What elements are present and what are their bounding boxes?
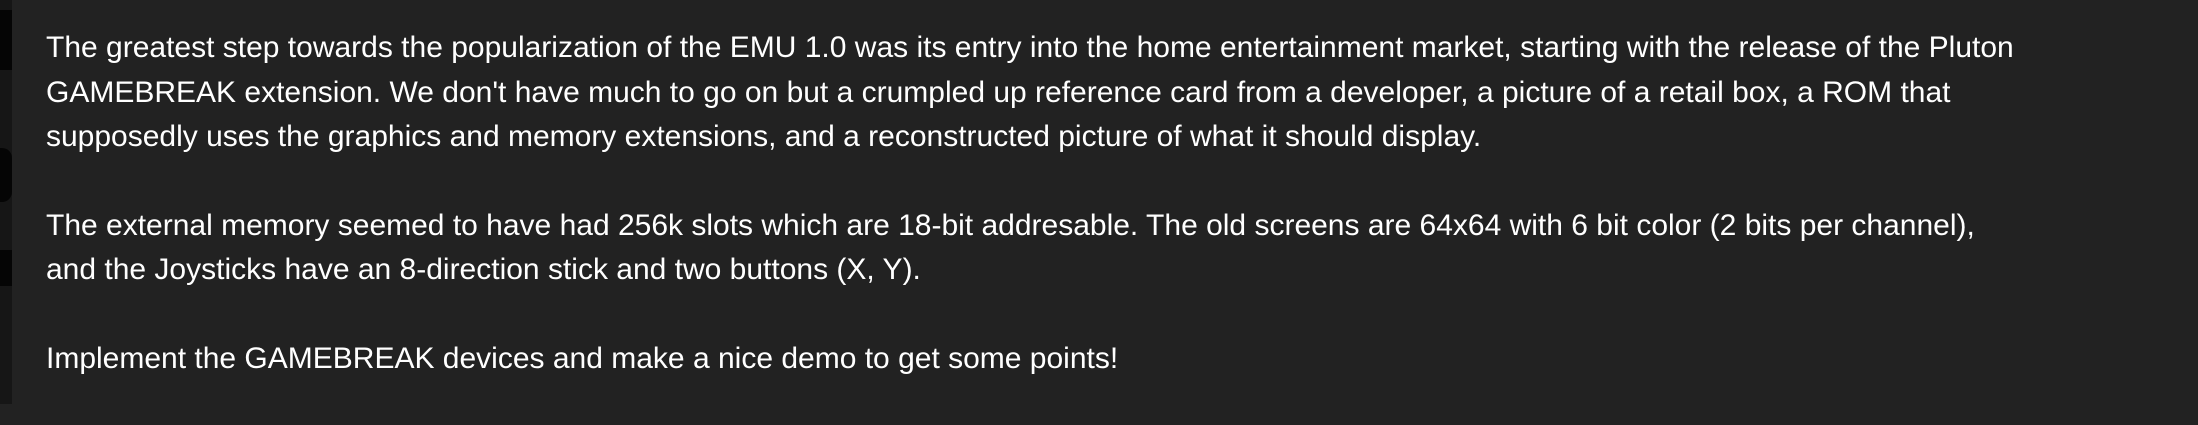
edge-mark [0,250,12,286]
edge-mark [0,148,12,202]
description-text: The greatest step towards the populariza… [46,26,2176,425]
edge-mark [0,10,12,70]
paragraph-task: Implement the GAMEBREAK devices and make… [46,341,1119,375]
paragraph-specs: The external memory seemed to have had 2… [46,208,1975,287]
left-edge-decoration [0,0,12,404]
paragraph-intro: The greatest step towards the populariza… [46,31,2014,153]
